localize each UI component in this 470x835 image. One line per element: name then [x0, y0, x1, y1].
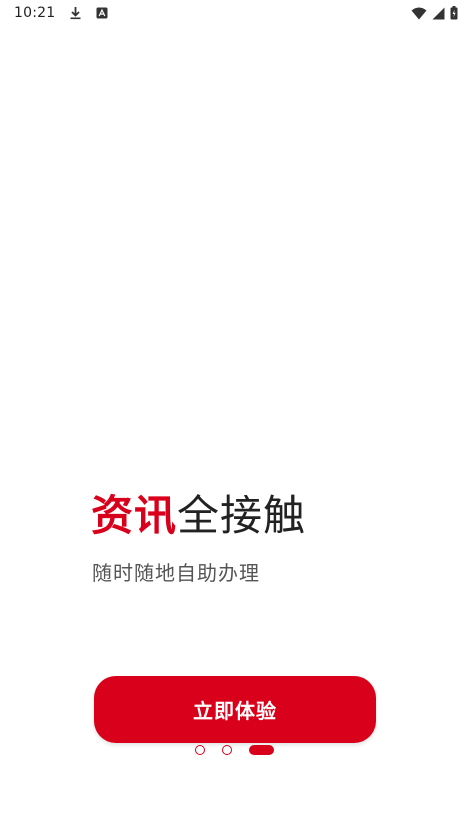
page-indicator — [195, 744, 274, 756]
status-bar: 10:21 — [0, 0, 470, 26]
status-bar-left: 10:21 — [14, 5, 108, 21]
status-bar-right — [411, 6, 458, 20]
onboarding-screen: 10:21 资讯全接触 随时随地自助办理 立即体验 — [0, 0, 470, 835]
headline-accent-text: 资讯 — [91, 491, 178, 540]
status-time: 10:21 — [14, 5, 56, 21]
a-badge-icon — [96, 7, 108, 19]
wifi-icon — [411, 7, 427, 20]
try-now-button[interactable]: 立即体验 — [94, 676, 376, 743]
headline-rest-text: 全接触 — [177, 491, 307, 540]
cellular-signal-icon — [432, 7, 445, 20]
battery-icon — [450, 6, 458, 20]
onboarding-subtitle: 随时随地自助办理 — [92, 561, 260, 585]
download-icon — [69, 6, 82, 20]
page-dot-2[interactable] — [222, 745, 232, 755]
page-dot-3-active[interactable] — [249, 745, 274, 755]
onboarding-headline: 资讯全接触 — [91, 488, 306, 544]
page-dot-1[interactable] — [195, 745, 205, 755]
